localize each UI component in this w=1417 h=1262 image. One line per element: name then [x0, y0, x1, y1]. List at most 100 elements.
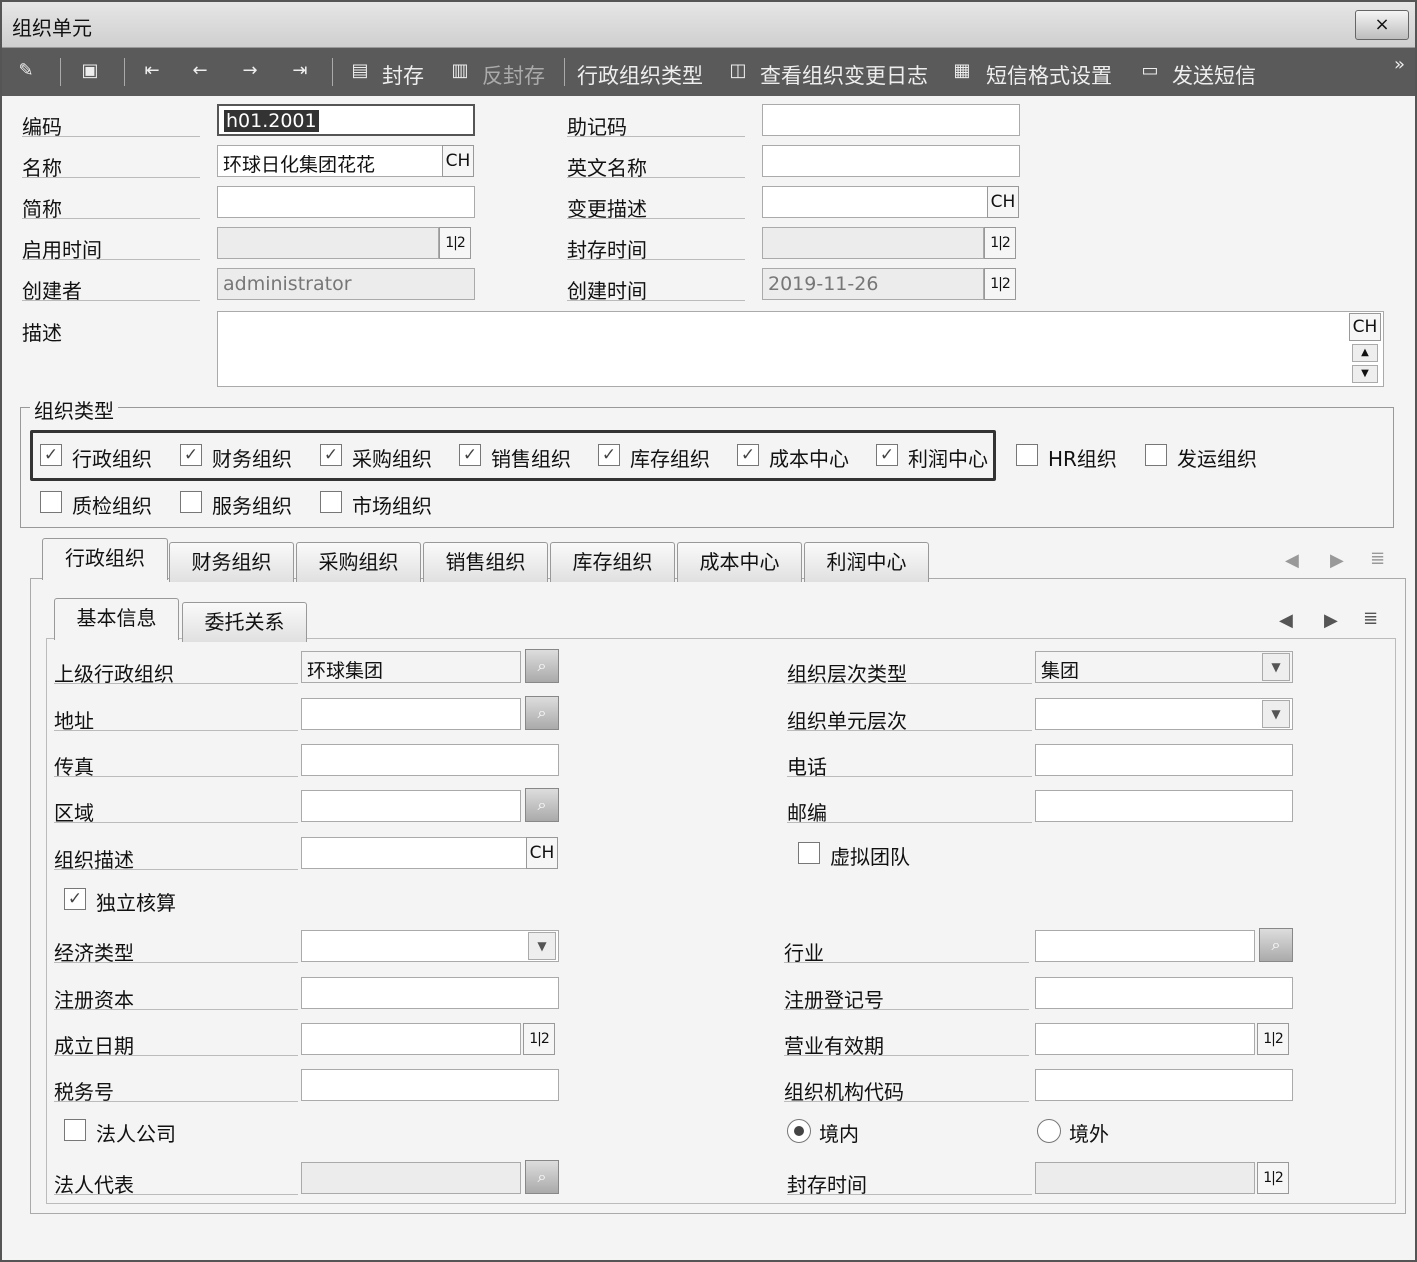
- name-input[interactable]: 环球日化集团花花: [217, 145, 443, 177]
- save-icon[interactable]: ▣: [80, 60, 100, 82]
- fax-input[interactable]: [301, 744, 559, 776]
- biz-valid-input[interactable]: [1035, 1023, 1255, 1055]
- calendar-icon[interactable]: 1|2: [523, 1023, 555, 1055]
- checkbox-purchase-org[interactable]: ✓: [320, 444, 342, 466]
- econ-type-select[interactable]: [301, 930, 559, 962]
- virtual-team-checkbox[interactable]: [798, 842, 820, 864]
- toolbar-overflow-icon[interactable]: »: [1394, 54, 1405, 75]
- tab-cost-center[interactable]: 成本中心: [677, 542, 802, 582]
- last-record-icon[interactable]: ⇥: [290, 60, 310, 82]
- change-desc-input[interactable]: [762, 186, 988, 218]
- found-date-input[interactable]: [301, 1023, 521, 1055]
- parent-org-input[interactable]: 环球集团: [301, 651, 521, 683]
- tab-admin-org[interactable]: 行政组织: [42, 538, 168, 580]
- detail-seal-time-input[interactable]: [1035, 1162, 1255, 1194]
- unit-level-select[interactable]: [1035, 698, 1293, 730]
- org-code-input[interactable]: [1035, 1069, 1293, 1101]
- first-record-icon[interactable]: ⇤: [142, 60, 162, 82]
- subtab-basic-info[interactable]: 基本信息: [54, 598, 179, 640]
- region-input[interactable]: [301, 790, 521, 822]
- scroll-up-icon[interactable]: ▲: [1352, 344, 1378, 362]
- enable-time-input[interactable]: [217, 227, 439, 259]
- short-name-input[interactable]: [217, 186, 475, 218]
- industry-lookup-icon[interactable]: ⌕: [1259, 928, 1293, 962]
- overseas-radio[interactable]: [1037, 1119, 1061, 1143]
- tab-scroll-left-icon[interactable]: ◀: [1285, 550, 1299, 571]
- calendar-icon[interactable]: 1|2: [984, 268, 1016, 300]
- chevron-down-icon[interactable]: ▼: [1262, 700, 1290, 728]
- calendar-icon[interactable]: 1|2: [984, 227, 1016, 259]
- reg-capital-input[interactable]: [301, 977, 559, 1009]
- region-lookup-icon[interactable]: ⌕: [525, 788, 559, 822]
- address-input[interactable]: [301, 698, 521, 730]
- tab-list-icon[interactable]: ≣: [1370, 548, 1385, 569]
- calendar-icon[interactable]: 1|2: [1257, 1162, 1289, 1194]
- seal-time-input[interactable]: [762, 227, 984, 259]
- edit-icon[interactable]: ✎: [16, 60, 36, 82]
- subtab-scroll-right-icon[interactable]: ▶: [1324, 610, 1338, 631]
- close-button[interactable]: ×: [1355, 10, 1409, 40]
- checkbox-inventory-org[interactable]: ✓: [598, 444, 620, 466]
- checkbox-label: 利润中心: [908, 447, 988, 471]
- code-input[interactable]: h01.2001: [217, 104, 475, 136]
- independent-accounting-checkbox[interactable]: ✓: [64, 888, 86, 910]
- scroll-down-icon[interactable]: ▼: [1352, 365, 1378, 383]
- checkbox-service-org[interactable]: [180, 491, 202, 513]
- name-language-button[interactable]: CH: [442, 145, 474, 177]
- tab-purchase-org[interactable]: 采购组织: [296, 542, 421, 582]
- parent-org-lookup-icon[interactable]: ⌕: [525, 649, 559, 683]
- tab-profit-center[interactable]: 利润中心: [804, 542, 929, 582]
- org-desc-language-button[interactable]: CH: [526, 837, 558, 869]
- chevron-down-icon[interactable]: ▼: [1262, 653, 1290, 681]
- legal-company-checkbox[interactable]: [64, 1119, 86, 1141]
- unseal-button[interactable]: 反封存: [482, 60, 545, 90]
- tab-sales-org[interactable]: 销售组织: [423, 542, 548, 582]
- tax-no-input[interactable]: [301, 1069, 559, 1101]
- checkbox-shipping-org[interactable]: [1145, 444, 1167, 466]
- industry-input[interactable]: [1035, 930, 1255, 962]
- reg-no-input[interactable]: [1035, 977, 1293, 1009]
- log-icon: ◫: [729, 60, 747, 81]
- checkbox-label: 服务组织: [212, 494, 292, 518]
- tab-scroll-right-icon[interactable]: ▶: [1330, 550, 1344, 571]
- tab-finance-org[interactable]: 财务组织: [169, 542, 294, 582]
- sms-format-button[interactable]: 短信格式设置: [986, 60, 1112, 90]
- legal-rep-lookup-icon[interactable]: ⌕: [525, 1160, 559, 1194]
- change-desc-language-button[interactable]: CH: [987, 186, 1019, 218]
- calendar-icon[interactable]: 1|2: [1257, 1023, 1289, 1055]
- checkbox-sales-org[interactable]: ✓: [459, 444, 481, 466]
- checkbox-finance-org[interactable]: ✓: [180, 444, 202, 466]
- zip-label: 邮编: [787, 791, 1032, 825]
- tab-inventory-org[interactable]: 库存组织: [550, 542, 675, 582]
- domestic-radio[interactable]: [787, 1119, 811, 1143]
- checkbox-profit-center[interactable]: ✓: [876, 444, 898, 466]
- subtab-list-icon[interactable]: ≣: [1363, 608, 1378, 629]
- checkbox-admin-org[interactable]: ✓: [40, 444, 62, 466]
- level-type-select[interactable]: 集团: [1035, 651, 1293, 683]
- checkbox-market-org[interactable]: [320, 491, 342, 513]
- phone-input[interactable]: [1035, 744, 1293, 776]
- checkbox-cost-center[interactable]: ✓: [737, 444, 759, 466]
- address-lookup-icon[interactable]: ⌕: [525, 696, 559, 730]
- description-textarea[interactable]: [217, 311, 1384, 387]
- subtab-scroll-left-icon[interactable]: ◀: [1279, 610, 1293, 631]
- legal-rep-input[interactable]: [301, 1162, 521, 1194]
- next-record-icon[interactable]: →: [240, 60, 260, 82]
- seal-button[interactable]: 封存: [382, 60, 424, 90]
- calendar-icon[interactable]: 1|2: [439, 227, 471, 259]
- previous-record-icon[interactable]: ←: [190, 60, 210, 82]
- en-name-input[interactable]: [762, 145, 1020, 177]
- view-change-log-button[interactable]: 查看组织变更日志: [760, 60, 928, 90]
- chevron-down-icon[interactable]: ▼: [528, 932, 556, 960]
- code-label: 编码: [22, 107, 200, 139]
- send-sms-button[interactable]: 发送短信: [1172, 60, 1256, 90]
- admin-org-type-button[interactable]: 行政组织类型: [577, 60, 703, 90]
- mnemonic-input[interactable]: [762, 104, 1020, 136]
- subtab-delegation[interactable]: 委托关系: [182, 602, 307, 642]
- checkbox-label: 发运组织: [1177, 447, 1257, 471]
- checkbox-qc-org[interactable]: [40, 491, 62, 513]
- checkbox-hr-org[interactable]: [1016, 444, 1038, 466]
- zip-input[interactable]: [1035, 790, 1293, 822]
- description-language-button[interactable]: CH: [1349, 313, 1381, 341]
- org-desc-input[interactable]: [301, 837, 527, 869]
